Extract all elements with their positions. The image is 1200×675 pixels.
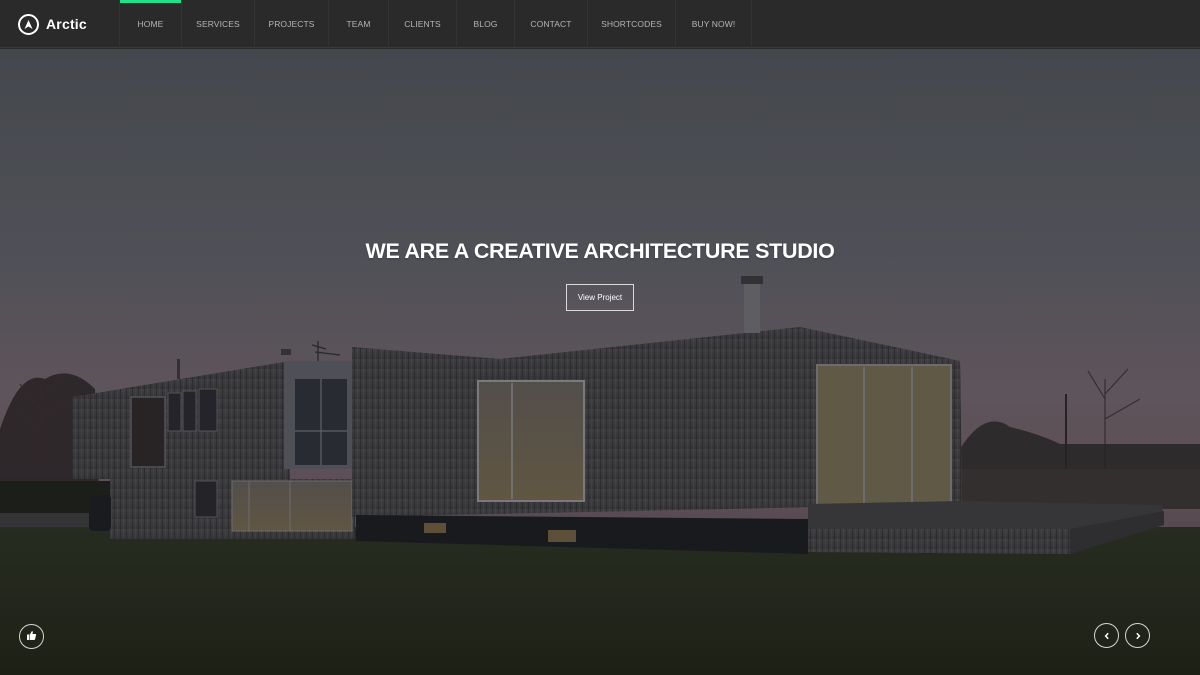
hero-slider: WE ARE A CREATIVE ARCHITECTURE STUDIO Vi…: [0, 49, 1200, 675]
view-project-button[interactable]: View Project: [566, 284, 634, 311]
like-button[interactable]: [19, 624, 44, 649]
brand-logo[interactable]: Arctic: [18, 12, 87, 36]
a-circle-logo-icon: [18, 13, 39, 35]
nav-item-services[interactable]: Services: [181, 0, 254, 48]
nav-item-clients[interactable]: Clients: [388, 0, 456, 48]
next-slide-button[interactable]: [1125, 623, 1150, 648]
prev-slide-button[interactable]: [1094, 623, 1119, 648]
hero-background-image: [0, 49, 1200, 675]
chevron-right-icon: [1134, 627, 1142, 645]
main-nav: Home Services Projects Team Clients Blog…: [119, 0, 752, 48]
nav-item-team[interactable]: Team: [328, 0, 388, 48]
nav-item-contact[interactable]: Contact: [514, 0, 587, 48]
thumbs-up-icon: [26, 628, 37, 646]
nav-item-projects[interactable]: Projects: [254, 0, 328, 48]
nav-item-shortcodes[interactable]: Shortcodes: [587, 0, 675, 48]
chevron-left-icon: [1103, 627, 1111, 645]
brand-name: Arctic: [46, 16, 87, 32]
nav-item-buy-now[interactable]: Buy Now!: [675, 0, 752, 48]
nav-item-blog[interactable]: Blog: [456, 0, 514, 48]
nav-item-home[interactable]: Home: [119, 0, 181, 48]
top-navbar: Arctic Home Services Projects Team Clien…: [0, 0, 1200, 48]
hero-headline: WE ARE A CREATIVE ARCHITECTURE STUDIO: [365, 239, 835, 263]
